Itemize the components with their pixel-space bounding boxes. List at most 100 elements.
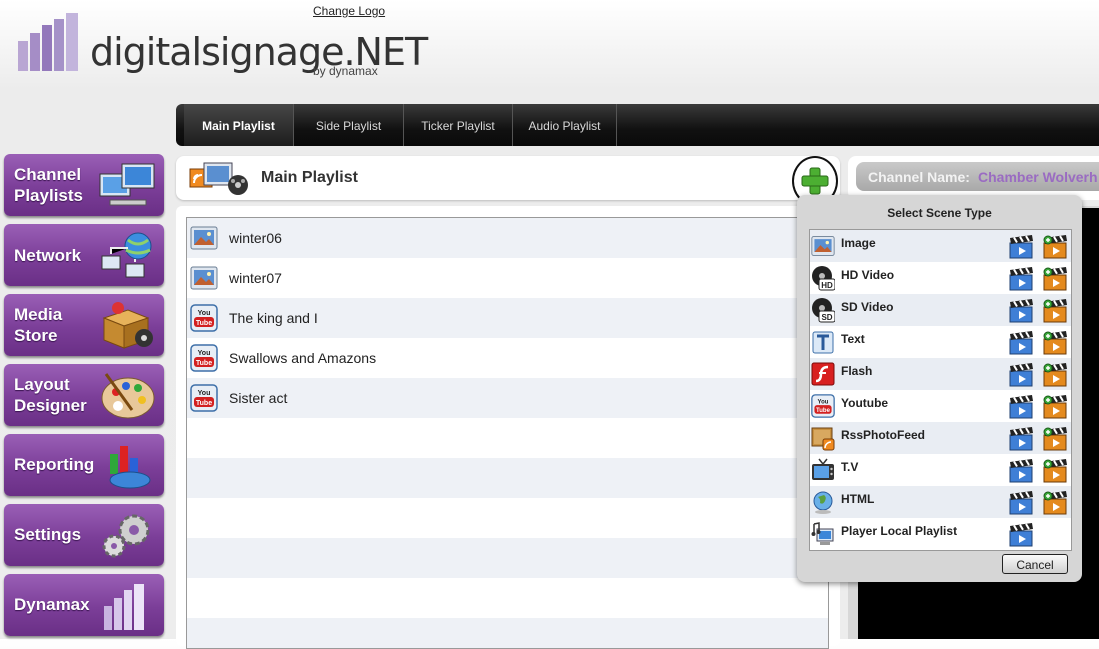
add-new-scene-icon[interactable] — [1042, 266, 1069, 292]
scene-type-hd-video[interactable]: HD HD Video — [810, 262, 1071, 294]
scene-type-youtube[interactable]: Youtube — [810, 390, 1071, 422]
sidebar-item-label: Reporting — [14, 455, 95, 474]
empty-row — [187, 538, 828, 578]
sidebar-item-label: Network — [14, 246, 82, 265]
list-item-name: Swallows and Amazons — [229, 350, 377, 366]
cancel-button[interactable]: Cancel — [1002, 554, 1068, 574]
list-item[interactable]: Sister act — [187, 378, 828, 418]
list-item[interactable]: The king and I — [187, 298, 828, 338]
add-new-scene-icon[interactable] — [1042, 330, 1069, 356]
logo: digitalsignage.NET — [18, 8, 428, 92]
empty-row — [187, 618, 828, 648]
add-to-playlist-icon[interactable] — [1008, 362, 1035, 388]
change-logo-link[interactable]: Change Logo — [313, 4, 385, 18]
flash-icon — [811, 362, 835, 386]
sidebar-item-layout-designer[interactable]: Layout Designer — [4, 364, 164, 426]
scene-type-label: Player Local Playlist — [841, 524, 958, 538]
tab-ticker-playlist[interactable]: Ticker Playlist — [404, 104, 513, 146]
list-item-name: winter06 — [229, 230, 282, 246]
playlist-tab-bar: Main Playlist Side Playlist Ticker Playl… — [176, 104, 1099, 146]
logo-subtitle: by dynamax — [313, 64, 378, 78]
add-new-scene-icon[interactable] — [1042, 394, 1069, 420]
add-to-playlist-icon[interactable] — [1008, 458, 1035, 484]
list-item-name: Sister act — [229, 390, 288, 406]
scene-type-label: RssPhotoFeed — [841, 428, 926, 442]
text-icon — [812, 331, 834, 354]
playlist-header: Main Playlist — [176, 156, 840, 200]
add-to-playlist-icon[interactable] — [1008, 522, 1035, 548]
tv-icon — [812, 458, 834, 480]
scene-type-list: Image HD HD Video SD SD Video Text Flash… — [809, 229, 1072, 551]
add-new-scene-icon[interactable] — [1042, 458, 1069, 484]
tab-main-playlist[interactable]: Main Playlist — [184, 104, 294, 146]
sidebar-item-media-store[interactable]: Media Store — [4, 294, 164, 356]
sidebar-item-label: Channel Playlists — [14, 165, 83, 205]
dynamax-logo-icon — [104, 584, 144, 630]
svg-text:HD: HD — [821, 281, 833, 290]
image-icon — [811, 233, 835, 259]
sidebar-item-settings[interactable]: Settings — [4, 504, 164, 566]
scene-type-player-local-playlist[interactable]: Player Local Playlist — [810, 518, 1071, 550]
network-icon — [101, 232, 152, 278]
chart-icon — [109, 446, 151, 489]
scene-type-label: Youtube — [841, 396, 889, 410]
scene-type-label: T.V — [841, 460, 859, 474]
scene-type-sd-video[interactable]: SD SD Video — [810, 294, 1071, 326]
image-icon — [190, 224, 218, 252]
empty-row — [187, 498, 828, 538]
scene-type-label: Image — [841, 236, 876, 250]
empty-row — [187, 418, 828, 458]
monitors-icon — [99, 163, 155, 206]
add-new-scene-icon[interactable] — [1042, 490, 1069, 516]
gears-icon — [102, 514, 150, 558]
add-new-scene-icon[interactable] — [1042, 426, 1069, 452]
tab-side-playlist[interactable]: Side Playlist — [294, 104, 404, 146]
channel-name-value: Chamber Wolverh — [978, 169, 1098, 185]
empty-row — [187, 458, 828, 498]
list-item-name: The king and I — [229, 310, 318, 326]
list-item[interactable]: winter06 — [187, 218, 828, 258]
scene-type-label: SD Video — [841, 300, 894, 314]
sidebar-item-network[interactable]: Network — [4, 224, 164, 286]
tab-audio-playlist[interactable]: Audio Playlist — [513, 104, 617, 146]
youtube-icon — [190, 304, 218, 332]
add-to-playlist-icon[interactable] — [1008, 298, 1035, 324]
dialog-title: Select Scene Type — [887, 206, 992, 220]
scene-type-label: Flash — [841, 364, 873, 378]
media-collection-icon — [189, 162, 248, 195]
svg-text:SD: SD — [821, 313, 832, 322]
sidebar-item-label: Layout Designer — [14, 375, 87, 415]
globe-icon — [813, 491, 833, 514]
add-to-playlist-icon[interactable] — [1008, 330, 1035, 356]
scene-type-tv[interactable]: T.V — [810, 454, 1071, 486]
sidebar-item-label: Dynamax — [14, 595, 90, 614]
add-to-playlist-icon[interactable] — [1008, 394, 1035, 420]
channel-name-label: Channel Name: — [868, 169, 970, 185]
sidebar-item-channel-playlists[interactable]: Channel Playlists — [4, 154, 164, 216]
scene-type-html[interactable]: HTML — [810, 486, 1071, 518]
scene-type-flash[interactable]: Flash — [810, 358, 1071, 390]
local-playlist-icon — [811, 522, 834, 545]
media-box-icon — [102, 302, 153, 349]
list-item[interactable]: Swallows and Amazons — [187, 338, 828, 378]
add-to-playlist-icon[interactable] — [1008, 266, 1035, 292]
add-new-scene-icon[interactable] — [1042, 298, 1069, 324]
add-new-scene-icon[interactable] — [1042, 234, 1069, 260]
scene-type-rssphotofeed[interactable]: RssPhotoFeed — [810, 422, 1071, 454]
sidebar-item-reporting[interactable]: Reporting — [4, 434, 164, 496]
playlist-title: Main Playlist — [261, 169, 358, 186]
list-item[interactable]: winter07 — [187, 258, 828, 298]
add-to-playlist-icon[interactable] — [1008, 490, 1035, 516]
logo-bars-icon — [18, 13, 78, 71]
scene-type-image[interactable]: Image — [810, 230, 1071, 262]
playlist-list: winter06 winter07 The king and I Swallow… — [186, 217, 829, 649]
add-to-playlist-icon[interactable] — [1008, 234, 1035, 260]
scene-type-label: HD Video — [841, 268, 895, 282]
sidebar-item-label: Media Store — [14, 305, 63, 345]
scene-type-text[interactable]: Text — [810, 326, 1071, 358]
rss-photo-icon — [811, 427, 835, 451]
sidebar-item-dynamax[interactable]: Dynamax — [4, 574, 164, 636]
add-to-playlist-icon[interactable] — [1008, 426, 1035, 452]
add-new-scene-icon[interactable] — [1042, 362, 1069, 388]
select-scene-type-dialog: Select Scene Type Image HD HD Video SD S… — [797, 195, 1082, 582]
